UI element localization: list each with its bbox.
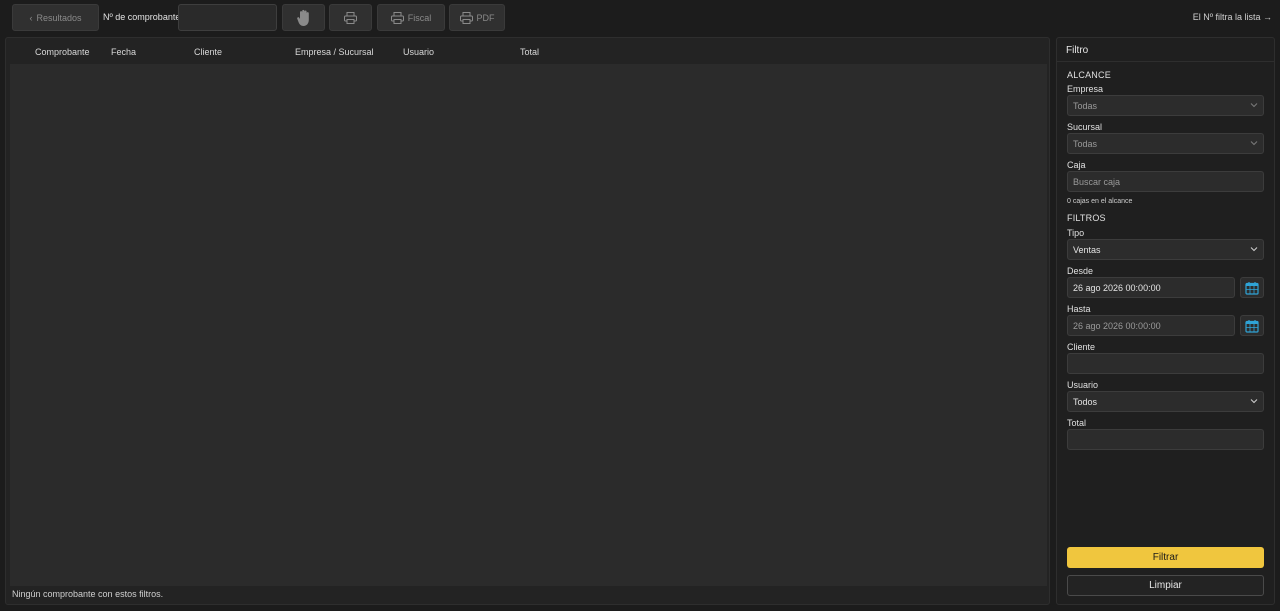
table-header: Comprobante Fecha Cliente Empresa / Sucu… — [6, 38, 1049, 64]
empty-state-message: Ningún comprobante con estos filtros. — [12, 589, 164, 599]
filters-section-title: FILTROS — [1067, 213, 1106, 223]
receipt-number-input[interactable] — [178, 4, 277, 31]
desde-label: Desde — [1067, 266, 1094, 276]
sucursal-select[interactable]: Todas — [1067, 133, 1264, 154]
caja-label: Caja — [1067, 160, 1086, 170]
tipo-label: Tipo — [1067, 228, 1085, 238]
printer-icon — [459, 11, 473, 24]
total-input[interactable] — [1067, 429, 1264, 450]
hand-icon — [296, 9, 309, 26]
filter-title: Filtro — [1057, 38, 1274, 62]
column-header-usuario[interactable]: Usuario — [403, 47, 434, 57]
chevron-down-icon — [1250, 141, 1258, 146]
empresa-select[interactable]: Todas — [1067, 95, 1264, 116]
chevron-down-icon — [1250, 103, 1258, 108]
column-header-total[interactable]: Total — [520, 47, 539, 57]
limpiar-button[interactable]: Limpiar — [1067, 575, 1264, 596]
calendar-icon — [1245, 281, 1259, 295]
tipo-select[interactable]: Ventas — [1067, 239, 1264, 260]
column-header-comprobante[interactable]: Comprobante — [35, 47, 90, 57]
column-header-fecha[interactable]: Fecha — [111, 47, 136, 57]
printer-icon — [344, 11, 357, 24]
hasta-label: Hasta — [1067, 304, 1091, 314]
desde-date-input[interactable]: 26 ago 2026 00:00:00 — [1067, 277, 1235, 298]
hasta-calendar-button[interactable] — [1240, 315, 1264, 336]
results-panel: Comprobante Fecha Cliente Empresa / Sucu… — [5, 37, 1050, 605]
pdf-button[interactable]: PDF — [449, 4, 505, 31]
sucursal-select-value: Todas — [1073, 138, 1098, 149]
cliente-input[interactable] — [1067, 353, 1264, 374]
print-button[interactable] — [329, 4, 372, 31]
hand-button[interactable] — [282, 4, 325, 31]
table-body — [10, 64, 1047, 586]
pdf-button-label: PDF — [476, 12, 495, 23]
printer-icon — [390, 11, 404, 24]
fiscal-button-label: Fiscal — [407, 12, 432, 23]
caja-search-placeholder: Buscar caja — [1073, 176, 1121, 187]
toolbar: ‹ Resultados Nº de comprobante Fiscal PD… — [0, 0, 1280, 36]
calendar-icon — [1245, 319, 1259, 333]
hasta-date-value: 26 ago 2026 00:00:00 — [1073, 320, 1161, 331]
usuario-select[interactable]: Todos — [1067, 391, 1264, 412]
usuario-select-value: Todos — [1073, 396, 1098, 407]
usuario-label: Usuario — [1067, 380, 1099, 390]
chevron-down-icon — [1250, 399, 1258, 404]
receipt-number-label: Nº de comprobante — [103, 12, 181, 22]
caja-search-input[interactable]: Buscar caja — [1067, 171, 1264, 192]
sucursal-label: Sucursal — [1067, 122, 1103, 132]
desde-calendar-button[interactable] — [1240, 277, 1264, 298]
cajas-count-note: 0 cajas en el alcance — [1067, 198, 1133, 205]
scope-section-title: ALCANCE — [1067, 70, 1111, 80]
column-header-cliente[interactable]: Cliente — [194, 47, 222, 57]
total-label: Total — [1067, 418, 1087, 428]
filtrar-button[interactable]: Filtrar — [1067, 547, 1264, 568]
fiscal-button[interactable]: Fiscal — [377, 4, 445, 31]
chevron-left-icon: ‹ — [29, 12, 33, 23]
chevron-down-icon — [1250, 247, 1258, 252]
column-header-empresa-sucursal[interactable]: Empresa / Sucursal — [295, 47, 374, 57]
hasta-date-input[interactable]: 26 ago 2026 00:00:00 — [1067, 315, 1235, 336]
desde-date-value: 26 ago 2026 00:00:00 — [1073, 282, 1161, 293]
cliente-label: Cliente — [1067, 342, 1096, 352]
empresa-select-value: Todas — [1073, 100, 1098, 111]
filter-hint: El Nº filtra la lista → — [1192, 12, 1272, 22]
results-button-label: Resultados — [36, 12, 82, 23]
filter-panel: Filtro ALCANCE Empresa Todas Sucursal To… — [1056, 37, 1275, 605]
empresa-label: Empresa — [1067, 84, 1104, 94]
results-button[interactable]: ‹ Resultados — [12, 4, 99, 31]
tipo-select-value: Ventas — [1073, 244, 1101, 255]
